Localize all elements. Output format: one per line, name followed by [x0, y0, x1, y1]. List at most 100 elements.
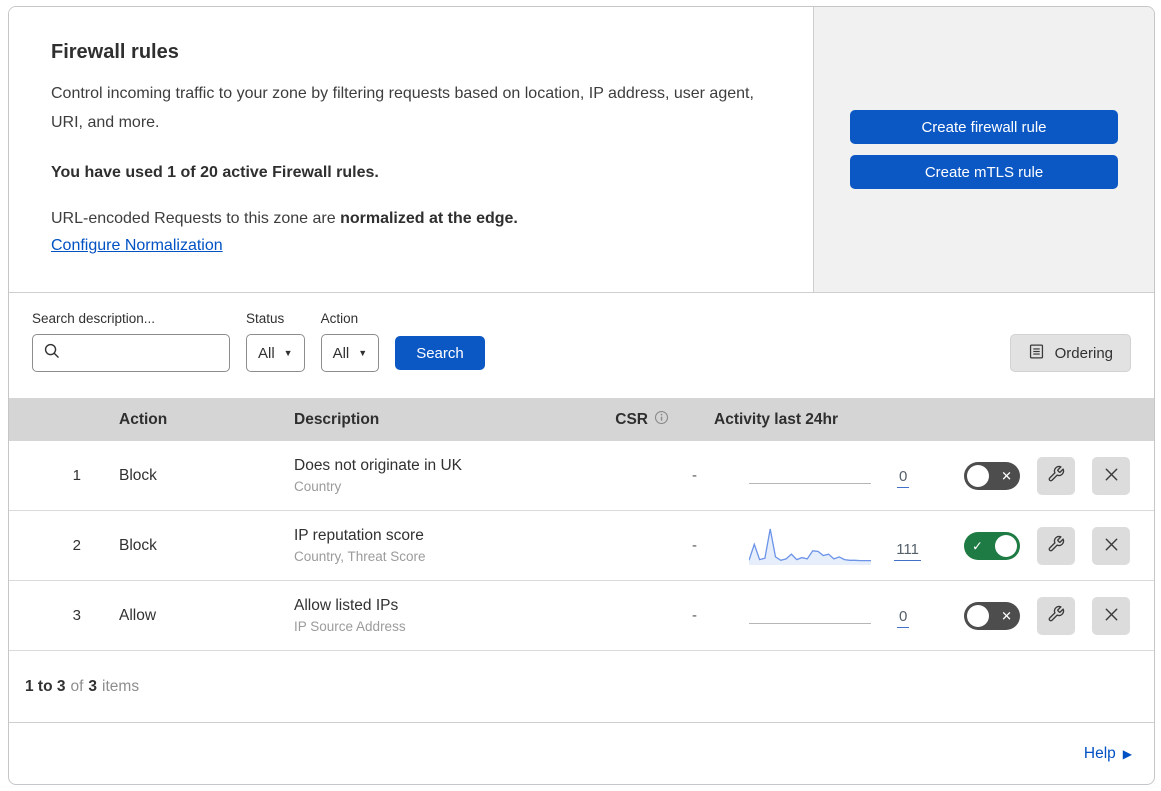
create-mtls-rule-button[interactable]: Create mTLS rule [850, 155, 1118, 189]
rule-csr-value: - [692, 467, 697, 484]
status-select[interactable]: All ▼ [246, 334, 305, 372]
rule-action: Allow [119, 606, 157, 624]
rule-description: Does not originate in UK [294, 457, 463, 474]
description-column-header: Description [294, 410, 380, 428]
rule-description: Allow listed IPs [294, 597, 399, 614]
rule-priority-number: 3 [72, 607, 81, 624]
action-selected-value: All [332, 344, 350, 362]
close-icon [1103, 466, 1120, 486]
search-input[interactable] [66, 344, 219, 362]
rule-description-cell: IP reputation score Country, Threat Scor… [276, 527, 594, 564]
action-select[interactable]: All ▼ [320, 334, 380, 372]
csr-header-label: CSR [615, 410, 648, 428]
ordering-button-label: Ordering [1054, 344, 1113, 362]
arrow-right-icon: ▶ [1122, 746, 1132, 761]
enable-toggle[interactable]: ✓ [964, 531, 1020, 560]
close-icon [1103, 606, 1120, 626]
action-label: Action [320, 311, 359, 326]
help-link[interactable]: Help ▶ [1084, 745, 1132, 763]
delete-rule-button[interactable] [1092, 596, 1130, 635]
create-firewall-rule-button[interactable]: Create firewall rule [850, 110, 1118, 144]
toggle-knob [995, 534, 1017, 557]
rule-action: Block [119, 536, 157, 554]
edit-rule-button[interactable] [1037, 526, 1075, 565]
firewall-rules-panel: Firewall rules Control incoming traffic … [8, 6, 1155, 785]
search-icon [43, 342, 60, 364]
help-bar: Help ▶ [9, 722, 1154, 784]
enable-toggle[interactable]: ✕ [964, 461, 1020, 490]
items-range: 1 to 3 [25, 677, 66, 695]
toggle-knob [967, 464, 989, 487]
edit-rule-button[interactable] [1037, 456, 1075, 495]
activity-sparkline [749, 594, 871, 624]
rule-description-cell: Allow listed IPs IP Source Address [276, 597, 594, 634]
search-label: Search description... [32, 311, 156, 326]
filter-bar: Search description... Status All ▼ Actio… [9, 293, 1154, 398]
close-icon [1103, 536, 1120, 556]
rule-controls: ✓ [921, 526, 1154, 565]
delete-rule-button[interactable] [1092, 456, 1130, 495]
intro-text-block: Firewall rules Control incoming traffic … [9, 7, 814, 292]
activity-cell: 0 [709, 594, 921, 638]
status-filter-group: Status All ▼ [246, 311, 305, 372]
action-filter-group: Action All ▼ [320, 311, 380, 372]
rule-action: Block [119, 466, 157, 484]
rule-csr-value: - [692, 537, 697, 554]
rule-controls: ✕ [921, 456, 1154, 495]
toggle-knob [967, 604, 989, 627]
csr-column-header: CSR [594, 410, 709, 430]
table-row: 3 Allow Allow listed IPs IP Source Addre… [9, 581, 1154, 651]
rule-controls: ✕ [921, 596, 1154, 635]
chevron-down-icon: ▼ [283, 347, 293, 358]
chevron-down-icon: ▼ [358, 347, 368, 358]
activity-cell: 111 [709, 521, 921, 571]
rule-csr-value: - [692, 607, 697, 624]
rule-criteria: Country [294, 479, 342, 494]
normalization-bold: normalized at the edge. [340, 209, 518, 227]
rule-criteria: IP Source Address [294, 619, 406, 634]
usage-summary: You have used 1 of 20 active Firewall ru… [51, 163, 379, 181]
help-link-label: Help [1083, 744, 1116, 762]
activity-sparkline [749, 454, 871, 484]
wrench-icon [1047, 465, 1065, 486]
delete-rule-button[interactable] [1092, 526, 1130, 565]
actions-panel: Create firewall rule Create mTLS rule [814, 7, 1154, 292]
header-section: Firewall rules Control incoming traffic … [9, 7, 1154, 293]
enable-toggle[interactable]: ✕ [964, 601, 1020, 630]
configure-normalization-link[interactable]: Configure Normalization [51, 237, 223, 255]
activity-sparkline [749, 521, 871, 565]
rule-description: IP reputation score [294, 527, 424, 544]
ordering-list-icon [1028, 343, 1045, 364]
normalization-prefix: URL-encoded Requests to this zone are [51, 209, 341, 227]
activity-count-link[interactable]: 0 [897, 608, 910, 628]
activity-count-link[interactable]: 111 [894, 541, 921, 561]
activity-count-link[interactable]: 0 [897, 468, 910, 488]
wrench-icon [1047, 605, 1065, 626]
ordering-button[interactable]: Ordering [1009, 334, 1131, 372]
table-header-row: Action Description CSR Activity last 24h… [9, 398, 1154, 441]
of-text: of [70, 677, 84, 695]
rule-criteria: Country, Threat Score [294, 549, 426, 564]
rule-description-cell: Does not originate in UK Country [276, 457, 594, 494]
search-box [32, 334, 230, 372]
page-description: Control incoming traffic to your zone by… [51, 85, 754, 131]
toggle-state-icon: ✕ [1001, 608, 1012, 623]
items-text: items [102, 677, 140, 695]
table-row: 2 Block IP reputation score Country, Thr… [9, 511, 1154, 581]
status-selected-value: All [258, 344, 275, 362]
activity-column-header: Activity last 24hr [714, 410, 839, 428]
table-body: 1 Block Does not originate in UK Country… [9, 441, 1154, 651]
normalization-note: URL-encoded Requests to this zone are no… [51, 210, 771, 228]
toggle-state-icon: ✓ [972, 538, 983, 553]
search-button[interactable]: Search [395, 336, 485, 370]
info-icon[interactable] [654, 410, 669, 430]
search-group: Search description... [32, 311, 230, 372]
activity-cell: 0 [709, 454, 921, 498]
wrench-icon [1047, 535, 1065, 556]
action-column-header: Action [119, 410, 168, 428]
rule-priority-number: 1 [72, 467, 81, 484]
toggle-state-icon: ✕ [1001, 468, 1012, 483]
pagination-summary: 1 to 3 of 3 items [9, 651, 1154, 722]
rule-priority-number: 2 [72, 537, 81, 554]
edit-rule-button[interactable] [1037, 596, 1075, 635]
